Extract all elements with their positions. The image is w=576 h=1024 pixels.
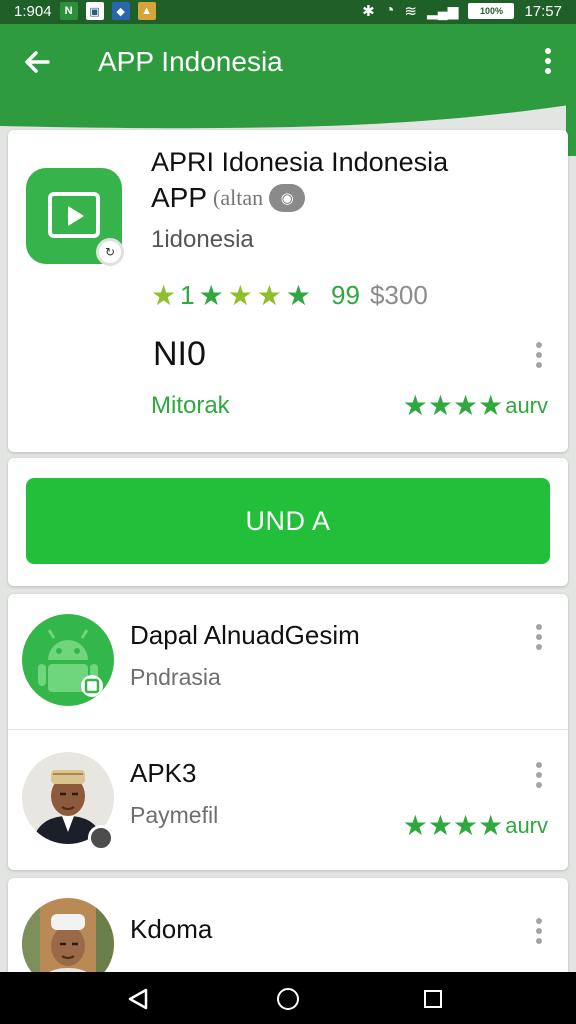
more-vert-dot [536,928,542,934]
nav-recents-button[interactable] [424,990,442,1008]
screen: 1:904 N ▣ ◆ ▲ ✱ ◔ ≋ ▂▄▆ 100% 17:57 APP I… [0,0,576,1024]
stars-text: aurv [505,393,548,418]
signal-icon: ▂▄▆ [427,2,459,19]
more-vert-icon [536,762,542,768]
list-item-menu-button[interactable] [534,624,544,658]
list-item[interactable]: Dapal AlnuadGesim Pndrasia [8,594,568,730]
app-subtitle: APP [151,182,208,213]
star-icon: ★ [427,390,453,421]
star-icon: ★ [402,810,428,841]
app-icon[interactable]: ↻ [26,168,124,266]
more-vert-dot [536,352,542,358]
more-vert-icon [536,918,542,924]
list-item-title: Dapal AlnuadGesim [130,620,360,650]
app-card-menu-button[interactable] [534,342,544,376]
app-price: $300 [369,280,428,310]
arrow-left-icon [25,51,50,73]
star-icon: ★ [285,279,312,311]
gallery-icon: ▣ [85,2,104,20]
more-vert-icon [536,624,542,630]
app-bar: APP Indonesia [0,24,576,102]
status-badge-icon [88,825,114,851]
battery-icon: 100% [468,3,515,19]
shield-icon: ◆ [111,2,130,20]
status-left: 1:904 N ▣ ◆ ▲ [14,2,156,20]
overflow-menu-button[interactable] [542,48,554,80]
list-item-menu-button[interactable] [534,762,544,796]
star-icon: ★ [427,810,453,841]
install-button[interactable]: UND A [26,478,550,564]
more-vert-dot [536,644,542,650]
bluetooth-icon: ✱ [362,3,375,20]
back-button[interactable] [20,44,56,80]
list-item-title: APK3 [130,758,197,788]
page-title: APP Indonesia [98,46,283,77]
nav-back-icon [128,988,148,1010]
more-vert-dot [536,938,542,944]
status-bar: 1:904 N ▣ ◆ ▲ ✱ ◔ ≋ ▂▄▆ 100% 17:57 [0,0,576,24]
app-status-word: Mitorak [151,392,230,419]
list-item-subtitle: Paymefil [130,802,219,828]
app-detail-card: ↻ APRI Idonesia Indonesia APP (altan ◉ 1… [8,130,568,452]
notification-icon: N [59,2,78,20]
more-vert-dot [545,68,551,74]
star-icon: ★ [151,279,177,311]
list-item[interactable]: APK3 Paymefil ★ ★ ★ ★ aurv [8,732,568,868]
android-robot-icon [38,629,103,697]
photo-icon: ▲ [137,2,156,20]
more-vert-dot [545,58,551,64]
more-vert-dot [536,362,542,368]
star-icon: ★ [452,810,479,841]
nav-back-button[interactable] [126,988,150,1010]
star-icon: ★ [478,810,504,841]
android-icon [22,614,114,706]
navigation-bar [0,972,576,1024]
install-card: UND A [8,458,568,586]
more-vert-icon [545,48,551,54]
star-icon: ★ [198,279,224,311]
rating-stars-label: 1 [180,280,195,310]
star-icon: ★ [478,390,504,421]
more-vert-dot [536,782,542,788]
alarm-icon: ◔ [384,2,395,19]
app-developer: 1idonesia [151,226,254,253]
stars-text: aurv [505,813,548,838]
verified-icon: ◉ [269,184,306,212]
list-item-subtitle: Pndrasia [130,664,221,690]
status-time-left: 1:904 [14,2,52,20]
more-vert-dot [536,772,542,778]
play-icon [68,206,84,226]
wifi-icon: ≋ [404,3,417,20]
star-icon: ★ [452,390,479,421]
stars-rating: ★ ★ ★ ★ aurv [403,392,548,420]
star-icon: ★ [227,279,253,311]
list-item-menu-button[interactable] [534,918,544,952]
stars-rating: ★ ★ ★ ★ aurv [403,812,548,840]
clock-badge-icon: ↻ [96,238,124,266]
star-icon: ★ [256,279,282,311]
app-status-label: NI0 [153,335,206,373]
status-time-right: 17:57 [524,2,562,20]
app-subtitle-row: APP (altan ◉ [151,182,306,214]
app-title: APRI Idonesia Indonesia [151,147,449,177]
star-icon: ★ [402,390,428,421]
rating-value: 99 [331,280,360,310]
status-right: ✱ ◔ ≋ ▂▄▆ 100% 17:57 [362,2,562,20]
more-vert-icon [536,342,542,348]
rating-row: ★ 1 ★ ★ ★ ★ 99 $300 [151,280,428,311]
nav-home-button[interactable] [277,988,299,1010]
related-list-card: Dapal AlnuadGesim Pndrasia APK3 Paymefil… [8,594,568,870]
more-vert-dot [536,634,542,640]
list-item-title: Kdoma [130,914,213,944]
app-tag: (altan [213,185,264,210]
